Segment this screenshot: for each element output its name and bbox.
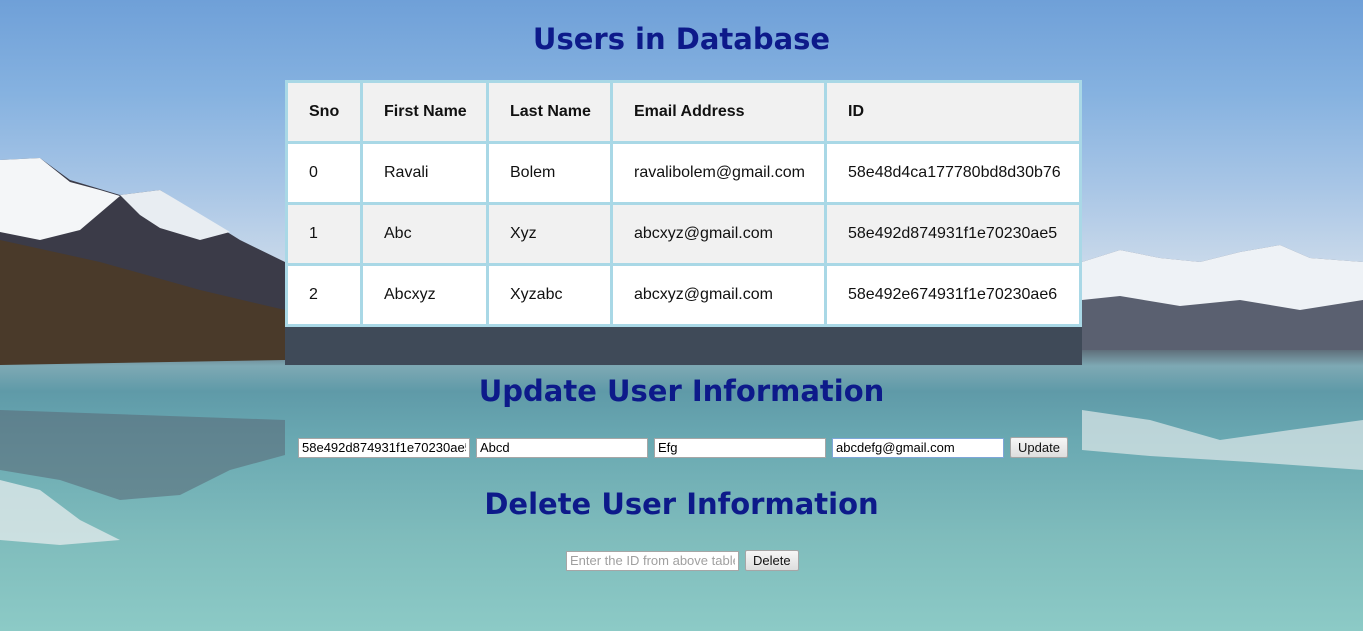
delete-button[interactable]: Delete <box>745 550 799 571</box>
cell-first-name: Abcxyz <box>360 263 489 327</box>
cell-id: 58e492d874931f1e70230ae5 <box>824 202 1082 266</box>
cell-first-name: Abc <box>360 202 489 266</box>
delete-id-input[interactable] <box>566 550 739 571</box>
cell-email: abcxyz@gmail.com <box>610 263 827 327</box>
column-header-sno: Sno <box>285 80 363 144</box>
cell-id: 58e492e674931f1e70230ae6 <box>824 263 1082 327</box>
update-first-name-input[interactable] <box>476 437 648 458</box>
cell-last-name: Xyz <box>486 202 613 266</box>
cell-sno: 0 <box>285 141 363 205</box>
cell-last-name: Bolem <box>486 141 613 205</box>
users-table: Sno First Name Last Name Email Address I… <box>285 80 1082 327</box>
table-row: 2 Abcxyz Xyzabc abcxyz@gmail.com 58e492e… <box>285 263 1082 327</box>
delete-section-title: Delete User Information <box>484 487 879 521</box>
cell-sno: 1 <box>285 202 363 266</box>
update-email-input[interactable] <box>832 437 1004 458</box>
update-button[interactable]: Update <box>1010 437 1068 458</box>
cell-sno: 2 <box>285 263 363 327</box>
cell-last-name: Xyzabc <box>486 263 613 327</box>
column-header-id: ID <box>824 80 1082 144</box>
table-row: 1 Abc Xyz abcxyz@gmail.com 58e492d874931… <box>285 202 1082 266</box>
cell-id: 58e48d4ca177780bd8d30b76 <box>824 141 1082 205</box>
page-title: Users in Database <box>532 22 831 56</box>
delete-form: Delete <box>566 550 799 571</box>
update-form: Update <box>298 437 1068 458</box>
column-header-first-name: First Name <box>360 80 489 144</box>
table-header-row: Sno First Name Last Name Email Address I… <box>285 80 1082 144</box>
cell-email: abcxyz@gmail.com <box>610 202 827 266</box>
column-header-email: Email Address <box>610 80 827 144</box>
cell-first-name: Ravali <box>360 141 489 205</box>
update-last-name-input[interactable] <box>654 437 826 458</box>
update-section-title: Update User Information <box>478 374 885 408</box>
column-header-last-name: Last Name <box>486 80 613 144</box>
update-id-input[interactable] <box>298 437 470 458</box>
table-row: 0 Ravali Bolem ravalibolem@gmail.com 58e… <box>285 141 1082 205</box>
cell-email: ravalibolem@gmail.com <box>610 141 827 205</box>
